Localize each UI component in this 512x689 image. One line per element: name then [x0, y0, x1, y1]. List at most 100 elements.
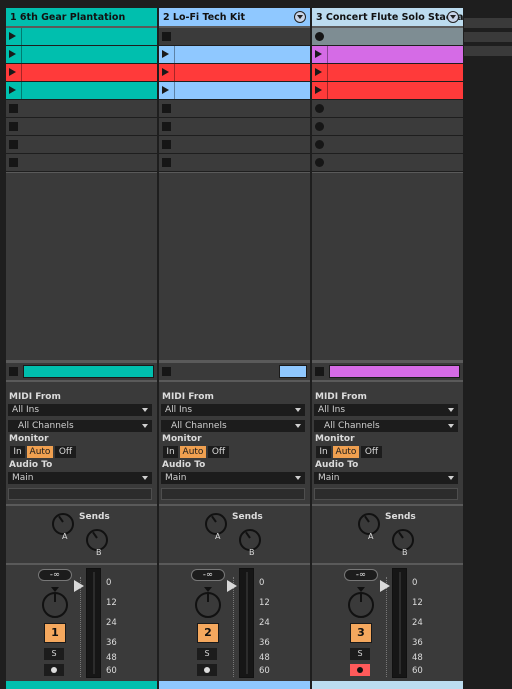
fader-handle-icon[interactable]	[380, 580, 390, 592]
track-menu-icon[interactable]	[294, 11, 306, 23]
clip-slot[interactable]	[159, 64, 310, 82]
monitor-in-button[interactable]: In	[316, 446, 331, 458]
play-icon[interactable]	[162, 50, 169, 58]
clip-slot[interactable]	[159, 28, 310, 46]
midi-from-select[interactable]: All Ins	[161, 404, 305, 416]
track-menu-icon[interactable]	[447, 11, 459, 23]
volume-fader[interactable]	[392, 568, 407, 678]
fader-handle-icon[interactable]	[74, 580, 84, 592]
pan-knob[interactable]	[42, 592, 68, 618]
output-channel-field[interactable]	[8, 488, 152, 500]
stop-icon[interactable]	[9, 122, 18, 131]
audio-to-select[interactable]: Main	[161, 472, 305, 484]
volume-fader[interactable]	[239, 568, 254, 678]
stop-icon[interactable]	[9, 104, 18, 113]
clip-slot[interactable]	[6, 64, 157, 82]
stop-icon[interactable]	[162, 158, 171, 167]
play-icon[interactable]	[315, 86, 322, 94]
monitor-in-button[interactable]: In	[10, 446, 25, 458]
track-activator-button[interactable]: 1	[44, 623, 66, 643]
stop-all-icon[interactable]	[9, 367, 18, 376]
arm-button[interactable]	[350, 664, 370, 676]
play-icon[interactable]	[9, 86, 16, 94]
solo-button[interactable]: S	[44, 648, 64, 660]
monitor-in-button[interactable]: In	[163, 446, 178, 458]
output-channel-field[interactable]	[161, 488, 305, 500]
midi-channel-select[interactable]: All Channels	[8, 420, 152, 432]
stop-icon[interactable]	[162, 32, 171, 41]
stop-icon[interactable]	[9, 140, 18, 149]
track-header[interactable]: 2 Lo-Fi Tech Kit	[159, 8, 310, 26]
pan-knob[interactable]	[348, 592, 374, 618]
track-activator-button[interactable]: 2	[197, 623, 219, 643]
stop-icon[interactable]	[162, 140, 171, 149]
monitor-off-button[interactable]: Off	[55, 446, 76, 458]
arm-button[interactable]	[44, 664, 64, 676]
play-icon[interactable]	[315, 68, 322, 76]
clip-slot[interactable]	[6, 100, 157, 118]
clip-slot[interactable]	[312, 100, 463, 118]
clip-slot[interactable]	[312, 136, 463, 154]
volume-readout[interactable]: -∞	[38, 569, 72, 581]
clip-slot[interactable]	[6, 136, 157, 154]
output-channel-field[interactable]	[314, 488, 458, 500]
clip-slot[interactable]	[312, 64, 463, 82]
play-icon[interactable]	[9, 68, 16, 76]
clip-slot[interactable]	[312, 118, 463, 136]
record-icon[interactable]	[315, 122, 324, 131]
midi-from-select[interactable]: All Ins	[8, 404, 152, 416]
monitor-off-button[interactable]: Off	[208, 446, 229, 458]
track-activator-button[interactable]: 3	[350, 623, 372, 643]
stop-icon[interactable]	[9, 158, 18, 167]
clip-slot[interactable]	[6, 118, 157, 136]
clip-slot[interactable]	[6, 46, 157, 64]
clip-slot[interactable]	[159, 154, 310, 172]
track-header[interactable]: 3 Concert Flute Solo Staccato	[312, 8, 463, 26]
monitor-auto-button[interactable]: Auto	[180, 446, 206, 458]
stop-icon[interactable]	[162, 122, 171, 131]
midi-channel-select[interactable]: All Channels	[161, 420, 305, 432]
stop-icon[interactable]	[162, 104, 171, 113]
monitor-auto-button[interactable]: Auto	[333, 446, 359, 458]
clip-slot[interactable]	[159, 46, 310, 64]
arm-button[interactable]	[197, 664, 217, 676]
meter-ticks	[386, 577, 390, 677]
play-icon[interactable]	[162, 86, 169, 94]
play-icon[interactable]	[9, 32, 16, 40]
track-header[interactable]: 1 6th Gear Plantation	[6, 8, 157, 26]
midi-from-select[interactable]: All Ins	[314, 404, 458, 416]
monitor-off-button[interactable]: Off	[361, 446, 382, 458]
play-icon[interactable]	[315, 50, 322, 58]
db-scale-label: 24	[412, 618, 423, 628]
fader-handle-icon[interactable]	[227, 580, 237, 592]
solo-button[interactable]: S	[350, 648, 370, 660]
solo-button[interactable]: S	[197, 648, 217, 660]
play-icon[interactable]	[9, 50, 16, 58]
clip-slot[interactable]	[312, 82, 463, 100]
record-icon[interactable]	[315, 158, 324, 167]
midi-channel-select[interactable]: All Channels	[314, 420, 458, 432]
clip-slot[interactable]	[159, 136, 310, 154]
clip-slot[interactable]	[6, 154, 157, 172]
clip-slot[interactable]	[312, 46, 463, 64]
audio-to-select[interactable]: Main	[8, 472, 152, 484]
record-icon[interactable]	[315, 32, 324, 41]
clip-slot[interactable]	[159, 100, 310, 118]
clip-slot[interactable]	[6, 82, 157, 100]
clip-slot[interactable]	[312, 154, 463, 172]
monitor-auto-button[interactable]: Auto	[27, 446, 53, 458]
pan-knob[interactable]	[195, 592, 221, 618]
clip-slot[interactable]	[6, 28, 157, 46]
stop-all-icon[interactable]	[162, 367, 171, 376]
volume-readout[interactable]: -∞	[191, 569, 225, 581]
volume-fader[interactable]	[86, 568, 101, 678]
audio-to-select[interactable]: Main	[314, 472, 458, 484]
clip-slot[interactable]	[159, 118, 310, 136]
play-icon[interactable]	[162, 68, 169, 76]
stop-all-icon[interactable]	[315, 367, 324, 376]
volume-readout[interactable]: -∞	[344, 569, 378, 581]
clip-slot[interactable]	[159, 82, 310, 100]
clip-slot[interactable]	[312, 28, 463, 46]
record-icon[interactable]	[315, 104, 324, 113]
record-icon[interactable]	[315, 140, 324, 149]
